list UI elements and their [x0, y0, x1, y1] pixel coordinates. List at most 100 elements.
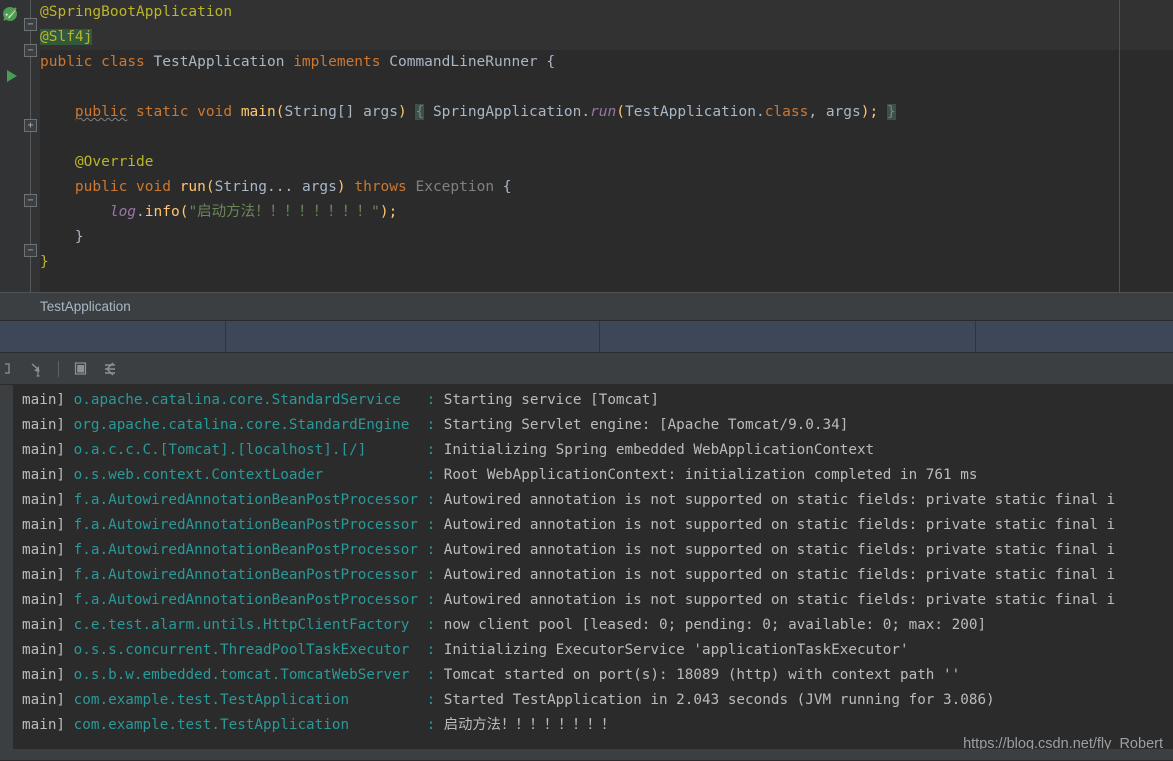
log-separator: : [426, 567, 444, 583]
code-text-area[interactable]: @SpringBootApplication @Slf4j public cla… [40, 0, 1173, 292]
log-separator: : [426, 667, 444, 683]
log-thread: main] [22, 717, 74, 733]
scroll-to-end-icon[interactable] [22, 356, 52, 382]
log-logger-name: f.a.AutowiredAnnotationBeanPostProcessor [73, 517, 427, 533]
log-logger-name: c.e.test.alarm.untils.HttpClientFactory [73, 617, 427, 633]
log-logger-name: com.example.test.TestApplication [73, 717, 427, 733]
class-springapplication: SpringApplication [432, 104, 582, 120]
log-message: Autowired annotation is not supported on… [443, 492, 1116, 508]
console-log-line: main] f.a.AutowiredAnnotationBeanPostPro… [0, 538, 1173, 563]
string-literal-qidong: "启动方法！！！！！！！！" [188, 204, 380, 220]
log-logger-name: o.a.c.c.C.[Tomcat].[localhost].[/] [73, 442, 427, 458]
type-exception: Exception [415, 179, 495, 195]
console-toolbar[interactable] [0, 353, 1173, 385]
log-message: Root WebApplicationContext: initializati… [443, 467, 978, 483]
log-thread: main] [22, 492, 74, 508]
log-logger-name: f.a.AutowiredAnnotationBeanPostProcessor [73, 592, 427, 608]
console-log-line: main] f.a.AutowiredAnnotationBeanPostPro… [0, 488, 1173, 513]
log-thread: main] [22, 567, 74, 583]
log-thread: main] [22, 667, 74, 683]
log-thread: main] [22, 517, 74, 533]
kw-static: static [136, 104, 189, 120]
log-separator: : [426, 642, 444, 658]
log-message: Initializing ExecutorService 'applicatio… [443, 642, 909, 658]
log-thread: main] [22, 592, 74, 608]
method-info: info [144, 204, 180, 220]
log-logger-name: o.apache.catalina.core.StandardService [73, 392, 427, 408]
console-log-line: main] f.a.AutowiredAnnotationBeanPostPro… [0, 563, 1173, 588]
kw-public-main: public [74, 104, 128, 120]
console-log-line: main] f.a.AutowiredAnnotationBeanPostPro… [0, 588, 1173, 613]
log-logger-name: f.a.AutowiredAnnotationBeanPostProcessor [73, 567, 427, 583]
log-logger-name: o.s.s.concurrent.ThreadPoolTaskExecutor [73, 642, 427, 658]
kw-class-literal: class [764, 104, 809, 120]
strip-divider-3 [975, 321, 976, 352]
run-gutter-arrow-icon[interactable] [4, 68, 22, 86]
run-debug-marker-icon[interactable] [2, 5, 20, 23]
log-message: Started TestApplication in 2.043 seconds… [443, 692, 995, 708]
print-icon[interactable] [65, 356, 95, 382]
log-separator: : [426, 717, 444, 733]
method-run-decl: run [179, 179, 206, 195]
log-message: Autowired annotation is not supported on… [443, 542, 1116, 558]
open-brace: { [546, 54, 556, 70]
log-separator: : [426, 692, 444, 708]
kw-throws: throws [354, 179, 407, 195]
log-thread: main] [22, 542, 74, 558]
log-separator: : [426, 467, 444, 483]
console-output[interactable]: main] o.apache.catalina.core.StandardSer… [0, 385, 1173, 760]
type-string-varargs: String [214, 179, 268, 195]
console-left-rail [0, 385, 13, 760]
fold-collapse-icon-4[interactable]: − [24, 244, 37, 257]
toolbar-separator [58, 360, 59, 377]
method-main: main [240, 104, 276, 120]
code-line-2: @Slf4j [40, 25, 1173, 50]
log-message: Starting Servlet engine: [Apache Tomcat/… [443, 417, 849, 433]
fold-collapse-icon-2[interactable]: − [24, 44, 37, 57]
clear-all-icon[interactable] [95, 356, 125, 382]
editor-gutter[interactable]: − − + − − [0, 0, 40, 292]
console-log-line: main] f.a.AutowiredAnnotationBeanPostPro… [0, 513, 1173, 538]
code-line-4-blank [40, 75, 1173, 100]
log-logger-name: org.apache.catalina.core.StandardEngine [73, 417, 427, 433]
breadcrumb-label[interactable]: TestApplication [40, 299, 131, 314]
arg-args: args [825, 104, 861, 120]
log-logger-name: f.a.AutowiredAnnotationBeanPostProcessor [73, 492, 427, 508]
fold-collapse-icon-1[interactable]: − [24, 18, 37, 31]
field-log: log [109, 204, 137, 220]
breadcrumb[interactable]: TestApplication [0, 292, 1173, 320]
class-testapplication-ref: TestApplication [625, 104, 756, 120]
log-message: Autowired annotation is not supported on… [443, 592, 1116, 608]
console-log-line: main] o.s.web.context.ContextLoader : Ro… [0, 463, 1173, 488]
code-line-10: } [40, 225, 1173, 250]
fold-collapse-icon-3[interactable]: − [24, 194, 37, 207]
bottom-status-strip [0, 749, 1173, 760]
fold-expand-icon[interactable]: + [24, 119, 37, 132]
log-separator: : [426, 517, 444, 533]
log-separator: : [426, 492, 444, 508]
strip-divider-1 [225, 321, 226, 352]
method-run-call: run [590, 104, 617, 120]
console-log-line: main] org.apache.catalina.core.StandardE… [0, 413, 1173, 438]
editor-right-divider [1119, 0, 1120, 292]
log-thread: main] [22, 442, 74, 458]
log-separator: : [426, 592, 444, 608]
log-message: now client pool [leased: 0; pending: 0; … [443, 617, 987, 633]
soft-wrap-icon[interactable] [0, 356, 22, 382]
code-line-5: public static void main(String[] args) {… [74, 104, 896, 120]
code-editor[interactable]: − − + − − @SpringBootApplication @Slf4j … [0, 0, 1173, 292]
console-log-line: main] c.e.test.alarm.untils.HttpClientFa… [0, 613, 1173, 638]
annotation-slf4j: @Slf4j [40, 29, 93, 45]
kw-public-run: public [74, 179, 128, 195]
log-thread: main] [22, 392, 74, 408]
code-line-11: } [40, 250, 1173, 275]
console-log-line: main] o.s.s.concurrent.ThreadPoolTaskExe… [0, 638, 1173, 663]
log-message: Tomcat started on port(s): 18089 (http) … [443, 667, 961, 683]
code-line-1: @SpringBootApplication [40, 0, 1173, 25]
run-window-tabs-strip[interactable] [0, 320, 1173, 353]
log-thread: main] [22, 692, 74, 708]
kw-implements: implements [293, 54, 381, 70]
code-line-6-blank [40, 125, 1173, 150]
interface-commandlinerunner: CommandLineRunner [389, 54, 538, 70]
log-logger-name: o.s.b.w.embedded.tomcat.TomcatWebServer [73, 667, 427, 683]
